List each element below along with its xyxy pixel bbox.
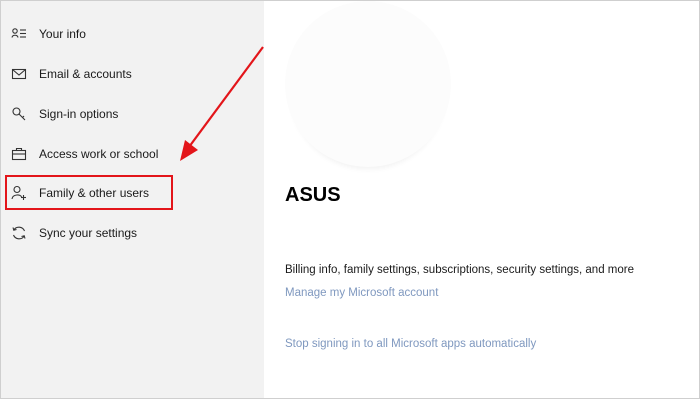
sidebar-item-sign-in-options[interactable]: Sign-in options: [1, 96, 264, 132]
person-add-icon: [11, 185, 27, 201]
sidebar-item-your-info[interactable]: Your info: [1, 16, 264, 52]
billing-description: Billing info, family settings, subscript…: [285, 264, 634, 276]
sidebar-item-label: Sync your settings: [39, 226, 138, 240]
sidebar-item-label: Sign-in options: [39, 107, 119, 121]
manage-account-link[interactable]: Manage my Microsoft account: [285, 287, 438, 299]
avatar: [285, 1, 451, 167]
sidebar: Your info Email & accounts Sign-in optio…: [1, 1, 264, 398]
settings-window: Your info Email & accounts Sign-in optio…: [0, 0, 700, 399]
sidebar-item-family-other-users[interactable]: Family & other users: [1, 175, 264, 211]
sync-icon: [11, 225, 27, 241]
sidebar-item-sync-settings[interactable]: Sync your settings: [1, 215, 264, 251]
sidebar-item-label: Email & accounts: [39, 67, 132, 81]
mail-icon: [11, 66, 27, 82]
sidebar-item-label: Family & other users: [39, 186, 150, 200]
sidebar-item-email-accounts[interactable]: Email & accounts: [1, 56, 264, 92]
sidebar-item-label: Your info: [39, 27, 86, 41]
person-list-icon: [11, 26, 27, 42]
stop-signing-in-link[interactable]: Stop signing in to all Microsoft apps au…: [285, 338, 536, 350]
key-icon: [11, 106, 27, 122]
sidebar-item-access-work-school[interactable]: Access work or school: [1, 136, 264, 172]
briefcase-icon: [11, 146, 27, 162]
account-name: ASUS: [285, 184, 341, 206]
sidebar-item-label: Access work or school: [39, 147, 159, 161]
